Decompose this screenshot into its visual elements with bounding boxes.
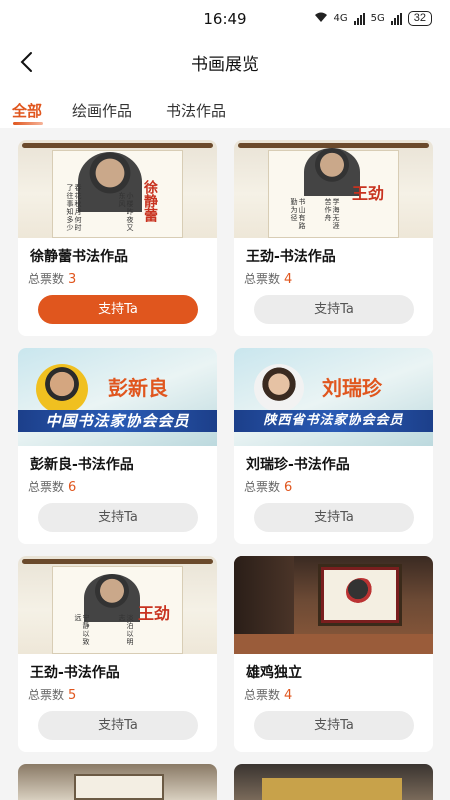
artwork-seal: 王劲: [138, 604, 171, 623]
artwork-card[interactable]: 王劲 书山有路勤为径 学海无涯苦作舟 王劲-书法作品 总票数 4 支持Ta: [234, 140, 433, 336]
artwork-card[interactable]: 刘瑞珍 陕西省书法家协会会员 刘瑞珍-书法作品 总票数 6 支持Ta: [234, 348, 433, 544]
vote-count: 总票数 4: [244, 688, 293, 703]
artwork-image: 王劲 书山有路勤为径 学海无涯苦作舟: [234, 140, 433, 238]
artwork-image: 王劲 宁静以致远 淡泊以明志: [18, 556, 217, 654]
artwork-title: 刘瑞珍-书法作品: [246, 457, 350, 473]
support-button[interactable]: 支持Ta: [38, 295, 198, 324]
artwork-seal: 王劲: [352, 184, 385, 203]
artist-title-banner: 中国书法家协会会员: [18, 410, 217, 432]
wifi-icon: [314, 12, 328, 26]
active-tab-indicator: [13, 122, 43, 125]
network-5g-label: 5G: [370, 13, 385, 24]
artwork-title: 王劲-书法作品: [30, 665, 120, 681]
artwork-title: 徐静蕾书法作品: [30, 249, 128, 265]
support-button[interactable]: 支持Ta: [38, 503, 198, 532]
category-tabs: 全部 绘画作品 书法作品: [0, 86, 450, 128]
network-4g-label: 4G: [333, 13, 348, 24]
artwork-card[interactable]: 彭新良 中国书法家协会会员 彭新良-书法作品 总票数 6 支持Ta: [18, 348, 217, 544]
status-icons: 4G 5G 32: [314, 11, 432, 26]
artwork-card[interactable]: 王劲 宁静以致远 淡泊以明志 王劲-书法作品 总票数 5 支持Ta: [18, 556, 217, 752]
artist-name: 刘瑞珍: [322, 376, 382, 400]
artwork-seal: 徐静蕾: [142, 180, 158, 222]
artwork-card[interactable]: 雄鸡独立 总票数 4 支持Ta: [234, 556, 433, 752]
support-button[interactable]: 支持Ta: [254, 711, 414, 740]
artwork-card[interactable]: [18, 764, 217, 800]
tab-calligraphy[interactable]: 书法作品: [166, 100, 226, 121]
artist-name: 彭新良: [108, 376, 168, 400]
vote-count: 总票数 5: [28, 688, 77, 703]
artwork-card[interactable]: [234, 764, 433, 800]
support-button[interactable]: 支持Ta: [254, 295, 414, 324]
vote-count: 总票数 3: [28, 272, 77, 287]
artwork-card[interactable]: 徐静蕾 春花秋月何时了往事知多少 小楼昨夜又东风 徐静蕾书法作品 总票数 3 支持…: [18, 140, 217, 336]
artwork-title: 雄鸡独立: [246, 665, 302, 681]
page-title: 书画展览: [191, 55, 259, 75]
support-button[interactable]: 支持Ta: [254, 503, 414, 532]
vote-count: 总票数 6: [28, 480, 77, 495]
signal-icon-2: [390, 12, 402, 25]
vote-count: 总票数 6: [244, 480, 293, 495]
artwork-image: [234, 764, 433, 800]
artist-title-banner: 陕西省书法家协会会员: [234, 410, 433, 432]
status-bar: 16:49 4G 5G 32: [0, 0, 450, 38]
header: 书画展览: [0, 38, 450, 86]
artwork-image: 彭新良 中国书法家协会会员: [18, 348, 217, 446]
artwork-image: 刘瑞珍 陕西省书法家协会会员: [234, 348, 433, 446]
tab-paintings[interactable]: 绘画作品: [72, 100, 132, 121]
artwork-image: [234, 556, 433, 654]
tab-all[interactable]: 全部: [12, 100, 42, 121]
support-button[interactable]: 支持Ta: [38, 711, 198, 740]
vote-count: 总票数 4: [244, 272, 293, 287]
battery-icon: 32: [407, 11, 432, 26]
artwork-title: 彭新良-书法作品: [30, 457, 134, 473]
artwork-image: [18, 764, 217, 800]
artwork-image: 徐静蕾 春花秋月何时了往事知多少 小楼昨夜又东风: [18, 140, 217, 238]
signal-icon: [353, 12, 365, 25]
artwork-title: 王劲-书法作品: [246, 249, 336, 265]
